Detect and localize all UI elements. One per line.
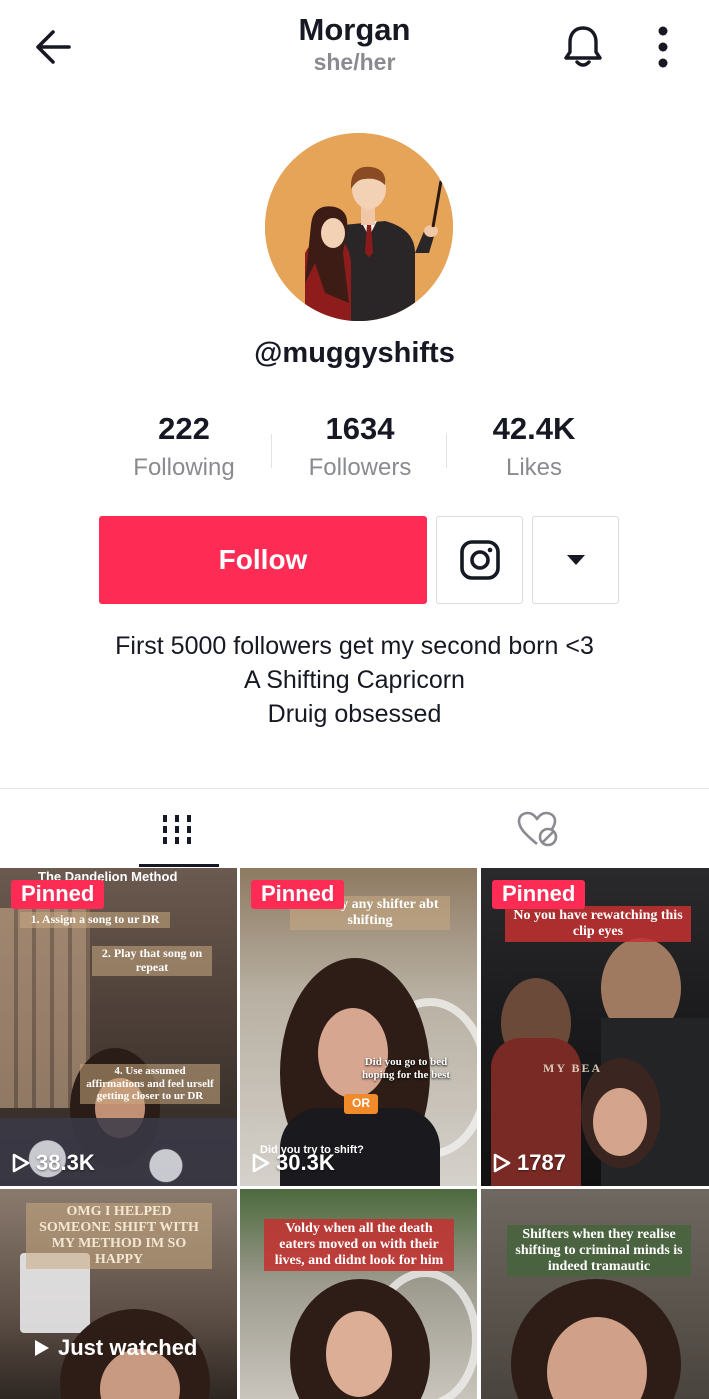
pinned-badge: Pinned bbox=[251, 880, 345, 909]
instagram-button[interactable] bbox=[436, 516, 523, 604]
likes-stat[interactable]: 42.4K Likes bbox=[444, 408, 624, 482]
video-grid: The Dandelion Method 1. Assign a song to… bbox=[0, 868, 709, 1399]
video-thumbnail[interactable]: The Dandelion Method 1. Assign a song to… bbox=[0, 868, 237, 1186]
bio-line: A Shifting Capricorn bbox=[244, 666, 465, 694]
video-thumbnail[interactable]: MY BEA No you have rewatching this clip … bbox=[481, 868, 709, 1186]
profile-handle: @muggyshifts bbox=[254, 337, 455, 369]
followers-stat[interactable]: 1634 Followers bbox=[270, 408, 450, 482]
tab-videos[interactable] bbox=[0, 789, 354, 869]
top-bar: Morgan she/her bbox=[0, 0, 709, 100]
play-outline-icon bbox=[12, 1153, 30, 1173]
bio-line: Druig obsessed bbox=[267, 700, 442, 728]
followers-count: 1634 bbox=[325, 411, 395, 446]
play-icon bbox=[35, 1340, 49, 1356]
follow-button[interactable]: Follow bbox=[99, 516, 427, 604]
video-caption: Shifters when they realise shifting to c… bbox=[507, 1225, 691, 1278]
video-thumbnail[interactable]: literally any shifter abt shifting Did y… bbox=[240, 868, 477, 1186]
more-vertical-icon bbox=[658, 26, 668, 68]
likes-count: 42.4K bbox=[492, 411, 576, 446]
just-watched-overlay: Just watched bbox=[34, 1335, 197, 1361]
video-caption: 2. Play that song on repeat bbox=[92, 946, 212, 976]
profile-tabs bbox=[0, 788, 709, 868]
video-caption: Did you go to bed hoping for the best bbox=[361, 1056, 451, 1081]
view-count: 1787 bbox=[493, 1150, 566, 1176]
video-thumbnail[interactable]: Voldy when all the death eaters moved on… bbox=[240, 1189, 477, 1399]
videos-grid-icon bbox=[163, 815, 191, 844]
video-caption: 1. Assign a song to ur DR bbox=[20, 912, 170, 928]
video-caption: OR bbox=[344, 1094, 378, 1114]
following-count: 222 bbox=[158, 411, 210, 446]
suggested-accounts-button[interactable] bbox=[532, 516, 619, 604]
video-thumbnail[interactable]: Shifters when they realise shifting to c… bbox=[481, 1189, 709, 1399]
liked-hidden-icon bbox=[517, 811, 558, 847]
tab-liked[interactable] bbox=[360, 789, 709, 869]
active-tab-indicator bbox=[139, 864, 219, 867]
play-outline-icon bbox=[493, 1153, 511, 1173]
video-caption: 4. Use assumed affirmations and feel urs… bbox=[80, 1064, 220, 1104]
view-count: 30.3K bbox=[252, 1150, 335, 1176]
bio-line: First 5000 followers get my second born … bbox=[115, 632, 594, 660]
instagram-icon bbox=[459, 540, 500, 580]
following-label: Following bbox=[133, 454, 235, 481]
following-stat[interactable]: 222 Following bbox=[94, 408, 274, 482]
avatar[interactable] bbox=[265, 133, 453, 321]
just-watched-label: Just watched bbox=[58, 1335, 198, 1360]
view-count-text: 30.3K bbox=[276, 1150, 335, 1175]
followers-label: Followers bbox=[308, 454, 412, 481]
video-caption: No you have rewatching this clip eyes bbox=[505, 906, 691, 943]
bell-icon bbox=[564, 26, 602, 67]
view-count: 38.3K bbox=[12, 1150, 95, 1176]
pinned-badge: Pinned bbox=[492, 880, 586, 909]
notifications-button[interactable] bbox=[558, 20, 608, 74]
play-outline-icon bbox=[252, 1153, 270, 1173]
video-caption: OMG I HELPED SOMEONE SHIFT WITH MY METHO… bbox=[26, 1203, 212, 1270]
video-watermark: MY BEA bbox=[543, 1061, 603, 1075]
profile-bio: First 5000 followers get my second born … bbox=[0, 629, 709, 731]
video-thumbnail[interactable]: OMG I HELPED SOMEONE SHIFT WITH MY METHO… bbox=[0, 1189, 237, 1399]
view-count-text: 1787 bbox=[517, 1150, 566, 1175]
video-caption: Voldy when all the death eaters moved on… bbox=[264, 1219, 454, 1272]
more-options-button[interactable] bbox=[644, 22, 682, 72]
profile-stats: 222 Following 1634 Followers 42.4K Likes bbox=[0, 408, 709, 498]
likes-label: Likes bbox=[505, 454, 563, 481]
pinned-badge: Pinned bbox=[11, 880, 105, 909]
caret-down-icon bbox=[566, 555, 585, 565]
view-count-text: 38.3K bbox=[36, 1150, 95, 1175]
